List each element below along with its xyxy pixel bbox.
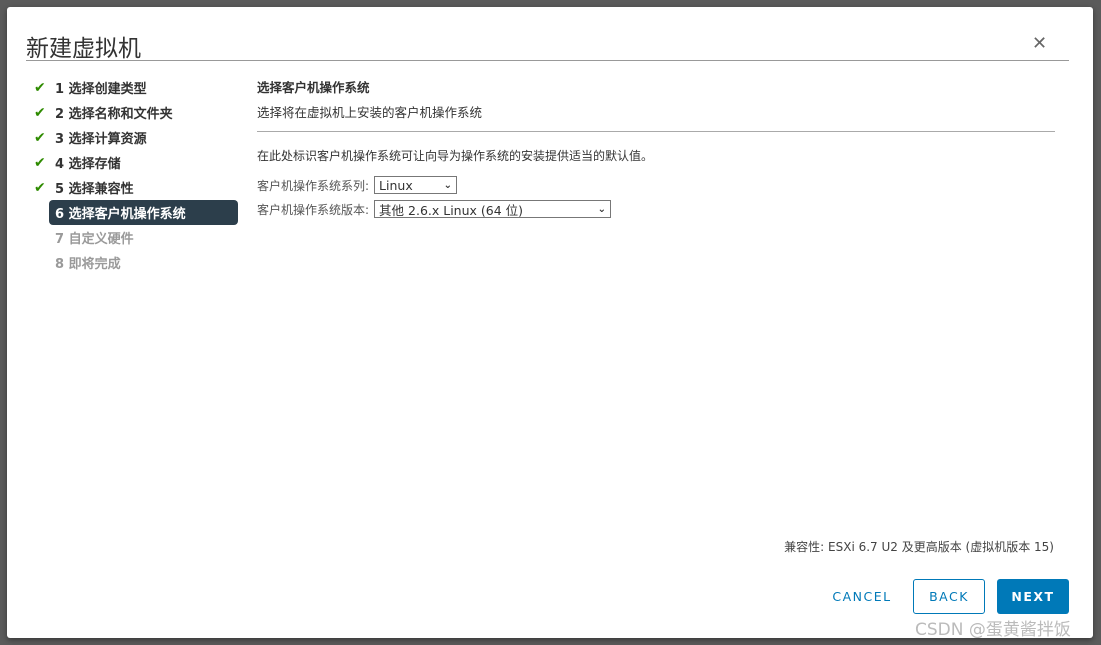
step-label: 4 选择存储	[55, 157, 121, 172]
step-label: 7 自定义硬件	[55, 232, 134, 247]
close-icon[interactable]: ✕	[1032, 35, 1047, 53]
divider	[257, 131, 1055, 132]
content-heading: 选择客户机操作系统	[257, 80, 370, 95]
cancel-button[interactable]: CANCEL	[817, 579, 907, 614]
check-icon: ✔	[34, 129, 46, 146]
back-button[interactable]: BACK	[913, 579, 985, 614]
step-label: 6 选择客户机操作系统	[55, 207, 186, 222]
os-family-select[interactable]: Linux ⌄	[374, 176, 458, 194]
step-6-active[interactable]: 6 选择客户机操作系统	[49, 200, 238, 225]
step-label: 3 选择计算资源	[55, 132, 147, 147]
check-icon: ✔	[34, 104, 46, 121]
wizard-steps: ✔ 1 选择创建类型 ✔ 2 选择名称和文件夹 ✔ 3 选择计算资源 ✔ 4 选择存储 …	[34, 75, 239, 275]
chevron-down-icon: ⌄	[443, 179, 453, 191]
watermark: CSDN @蛋黄酱拌饭	[915, 620, 1071, 640]
os-family-value: Linux	[379, 177, 413, 193]
step-label: 2 选择名称和文件夹	[55, 107, 173, 122]
step-8: 8 即将完成	[34, 250, 239, 275]
step-content: 选择客户机操作系统 选择将在虚拟机上安装的客户机操作系统 在此处标识客户机操作系…	[257, 77, 1055, 218]
check-icon: ✔	[34, 79, 46, 96]
step-1[interactable]: ✔ 1 选择创建类型	[34, 75, 239, 100]
step-4[interactable]: ✔ 4 选择存储	[34, 150, 239, 175]
check-icon: ✔	[34, 179, 46, 196]
compatibility-text: 兼容性: ESXi 6.7 U2 及更高版本 (虚拟机版本 15)	[784, 540, 1054, 554]
os-version-select[interactable]: 其他 2.6.x Linux (64 位) ⌄	[374, 200, 612, 218]
new-vm-dialog: 新建虚拟机 ✕ ✔ 1 选择创建类型 ✔ 2 选择名称和文件夹 ✔ 3 选择计算资源 …	[7, 7, 1093, 638]
step-2[interactable]: ✔ 2 选择名称和文件夹	[34, 100, 239, 125]
os-family-label: 客户机操作系统系列:	[257, 178, 370, 193]
content-subheading: 选择将在虚拟机上安装的客户机操作系统	[257, 105, 483, 120]
divider	[26, 60, 1069, 61]
step-3[interactable]: ✔ 3 选择计算资源	[34, 125, 239, 150]
step-5[interactable]: ✔ 5 选择兼容性	[34, 175, 239, 200]
next-button[interactable]: NEXT	[997, 579, 1069, 614]
step-label: 1 选择创建类型	[55, 82, 147, 97]
dialog-title: 新建虚拟机	[26, 36, 141, 62]
content-description: 在此处标识客户机操作系统可让向导为操作系统的安装提供适当的默认值。	[257, 149, 654, 163]
chevron-down-icon: ⌄	[597, 203, 607, 215]
step-label: 5 选择兼容性	[55, 182, 134, 197]
step-7: 7 自定义硬件	[34, 225, 239, 250]
check-icon: ✔	[34, 154, 46, 171]
os-version-value: 其他 2.6.x Linux (64 位)	[379, 202, 524, 218]
step-label: 8 即将完成	[55, 257, 121, 272]
os-version-label: 客户机操作系统版本:	[257, 202, 370, 217]
